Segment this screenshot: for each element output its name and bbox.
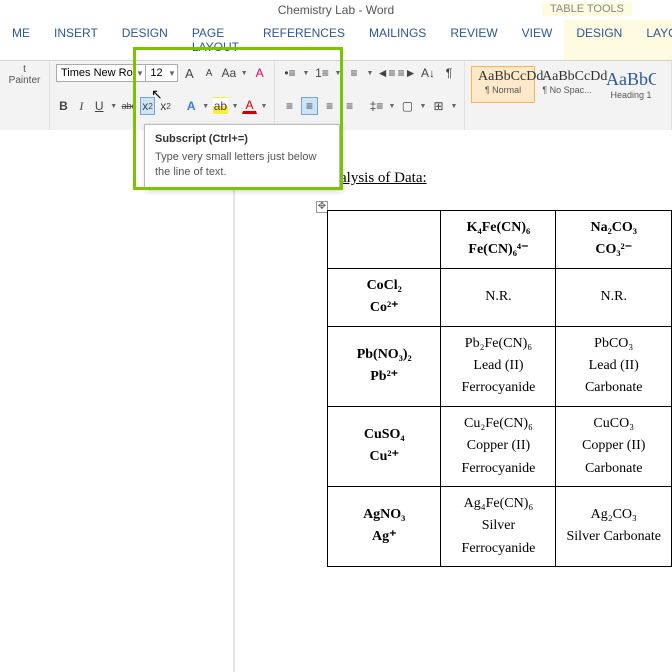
heading-text[interactable]: alysis of Data:	[340, 170, 427, 187]
tooltip-title: Subscript (Ctrl+=)	[155, 133, 329, 145]
chevron-down-icon[interactable]: ▼	[240, 64, 248, 82]
table-cell[interactable]: CuSO₄ Cu²⁺	[328, 406, 441, 486]
tab-mailings[interactable]: MAILINGS	[357, 20, 438, 60]
tab-table-design[interactable]: DESIGN	[564, 20, 634, 60]
table-cell[interactable]: K₄Fe(CN)₆ Fe(CN)₆⁴⁻	[441, 211, 556, 269]
table-row: CuSO₄ Cu²⁺ Cu₂Fe(CN)₆ Copper (II) Ferroc…	[328, 406, 672, 486]
sort-button[interactable]: A↓	[419, 64, 437, 82]
grow-font-button[interactable]: A	[181, 64, 198, 82]
shading-button[interactable]: ▢	[399, 97, 416, 115]
document-area[interactable]: alysis of Data: ✥ K₄Fe(CN)₆ Fe(CN)₆⁴⁻ Na…	[0, 130, 672, 672]
chevron-down-icon[interactable]: ▼	[366, 64, 374, 82]
bold-button[interactable]: B	[56, 97, 71, 115]
underline-button[interactable]: U	[92, 97, 107, 115]
tab-review[interactable]: REVIEW	[438, 20, 509, 60]
table-cell[interactable]	[328, 211, 441, 269]
decrease-indent-button[interactable]: ◄≡	[377, 64, 395, 82]
strike-button[interactable]: abc	[121, 97, 138, 115]
italic-button[interactable]: I	[74, 97, 89, 115]
tab-view[interactable]: VIEW	[510, 20, 565, 60]
tab-page-layout[interactable]: PAGE LAYOUT	[180, 20, 251, 60]
tab-design[interactable]: DESIGN	[110, 20, 180, 60]
chevron-down-icon[interactable]: ▼	[260, 97, 268, 115]
tab-table-layout[interactable]: LAYOUT	[634, 20, 672, 60]
line-spacing-button[interactable]: ‡≡	[368, 97, 385, 115]
tooltip: Subscript (Ctrl+=) Type very small lette…	[144, 124, 340, 189]
highlight-button[interactable]: ab	[213, 97, 228, 115]
chevron-down-icon[interactable]: ▼	[419, 97, 427, 115]
align-center-button[interactable]: ≡	[301, 97, 318, 115]
tooltip-body: Type very small letters just below the l…	[155, 150, 329, 180]
table-cell[interactable]: PbCO₃ Lead (II) Carbonate	[556, 326, 672, 406]
table-cell[interactable]: AgNO₃ Ag⁺	[328, 486, 441, 566]
table-tools-label: TABLE TOOLS	[542, 2, 632, 16]
font-color-button[interactable]: A	[242, 99, 257, 114]
tab-references[interactable]: REFERENCES	[251, 20, 357, 60]
table-cell[interactable]: CuCO₃ Copper (II) Carbonate	[556, 406, 672, 486]
table-cell[interactable]: CoCl₂ Co²⁺	[328, 268, 441, 326]
table-cell[interactable]: Na₂CO₃ CO₃²⁻	[556, 211, 672, 269]
table-row: CoCl₂ Co²⁺ N.R. N.R.	[328, 268, 672, 326]
format-painter-button[interactable]: t Painter	[6, 64, 43, 86]
table-cell[interactable]: Pb(NO₃)₂ Pb²⁺	[328, 326, 441, 406]
cursor-icon: ↖	[151, 86, 163, 103]
borders-button[interactable]: ⊞	[430, 97, 447, 115]
table-cell[interactable]: Ag₄Fe(CN)₆ Silver Ferrocyanide	[441, 486, 556, 566]
chevron-down-icon[interactable]: ▼	[110, 97, 118, 115]
shrink-font-button[interactable]: A	[201, 64, 218, 82]
text-effects-button[interactable]: A	[184, 97, 199, 115]
table-row: K₄Fe(CN)₆ Fe(CN)₆⁴⁻ Na₂CO₃ CO₃²⁻	[328, 211, 672, 269]
change-case-button[interactable]: Aa	[221, 64, 238, 82]
table-cell[interactable]: Pb₂Fe(CN)₆ Lead (II) Ferrocyanide	[441, 326, 556, 406]
justify-button[interactable]: ≡	[341, 97, 358, 115]
chevron-down-icon[interactable]: ▼	[450, 97, 458, 115]
chevron-down-icon[interactable]: ▼	[334, 64, 342, 82]
ribbon-tabs: ME INSERT DESIGN PAGE LAYOUT REFERENCES …	[0, 20, 672, 61]
table-cell[interactable]: Ag₂CO₃ Silver Carbonate	[556, 486, 672, 566]
chevron-down-icon[interactable]: ▼	[388, 97, 396, 115]
chevron-down-icon[interactable]: ▼	[167, 69, 177, 78]
align-left-button[interactable]: ≡	[281, 97, 298, 115]
show-marks-button[interactable]: ¶	[440, 64, 458, 82]
tab-home[interactable]: ME	[0, 20, 42, 60]
style-no-spacing[interactable]: AaBbCcDd ¶ No Spac...	[535, 66, 599, 103]
style-heading1[interactable]: AaBbCcDd Heading 1	[599, 66, 663, 103]
page-edge	[233, 130, 235, 672]
chevron-down-icon[interactable]: ▼	[231, 97, 239, 115]
clear-format-button[interactable]: A	[251, 64, 268, 82]
title-bar: Chemistry Lab - Word TABLE TOOLS	[0, 0, 672, 20]
table-row: Pb(NO₃)₂ Pb²⁺ Pb₂Fe(CN)₆ Lead (II) Ferro…	[328, 326, 672, 406]
style-normal[interactable]: AaBbCcDd ¶ Normal	[471, 66, 535, 103]
font-size-value[interactable]: 12	[145, 65, 167, 81]
chevron-down-icon[interactable]: ▼	[202, 97, 210, 115]
data-table[interactable]: K₄Fe(CN)₆ Fe(CN)₆⁴⁻ Na₂CO₃ CO₃²⁻ CoCl₂ C…	[327, 210, 672, 567]
tab-insert[interactable]: INSERT	[42, 20, 110, 60]
chevron-down-icon[interactable]: ▼	[135, 69, 145, 78]
doc-title: Chemistry Lab - Word	[278, 3, 394, 17]
chevron-down-icon[interactable]: ▼	[302, 64, 310, 82]
align-right-button[interactable]: ≡	[321, 97, 338, 115]
font-name-value: Times New Ro	[57, 65, 135, 81]
font-name-select[interactable]: Times New Ro ▼ 12 ▼	[56, 64, 178, 82]
increase-indent-button[interactable]: ≡►	[398, 64, 416, 82]
table-cell[interactable]: N.R.	[556, 268, 672, 326]
table-cell[interactable]: N.R.	[441, 268, 556, 326]
table-cell[interactable]: Cu₂Fe(CN)₆ Copper (II) Ferrocyanide	[441, 406, 556, 486]
multilevel-button[interactable]: ≡	[345, 64, 363, 82]
bullets-button[interactable]: •≡	[281, 64, 299, 82]
numbering-button[interactable]: 1≡	[313, 64, 331, 82]
table-row: AgNO₃ Ag⁺ Ag₄Fe(CN)₆ Silver Ferrocyanide…	[328, 486, 672, 566]
